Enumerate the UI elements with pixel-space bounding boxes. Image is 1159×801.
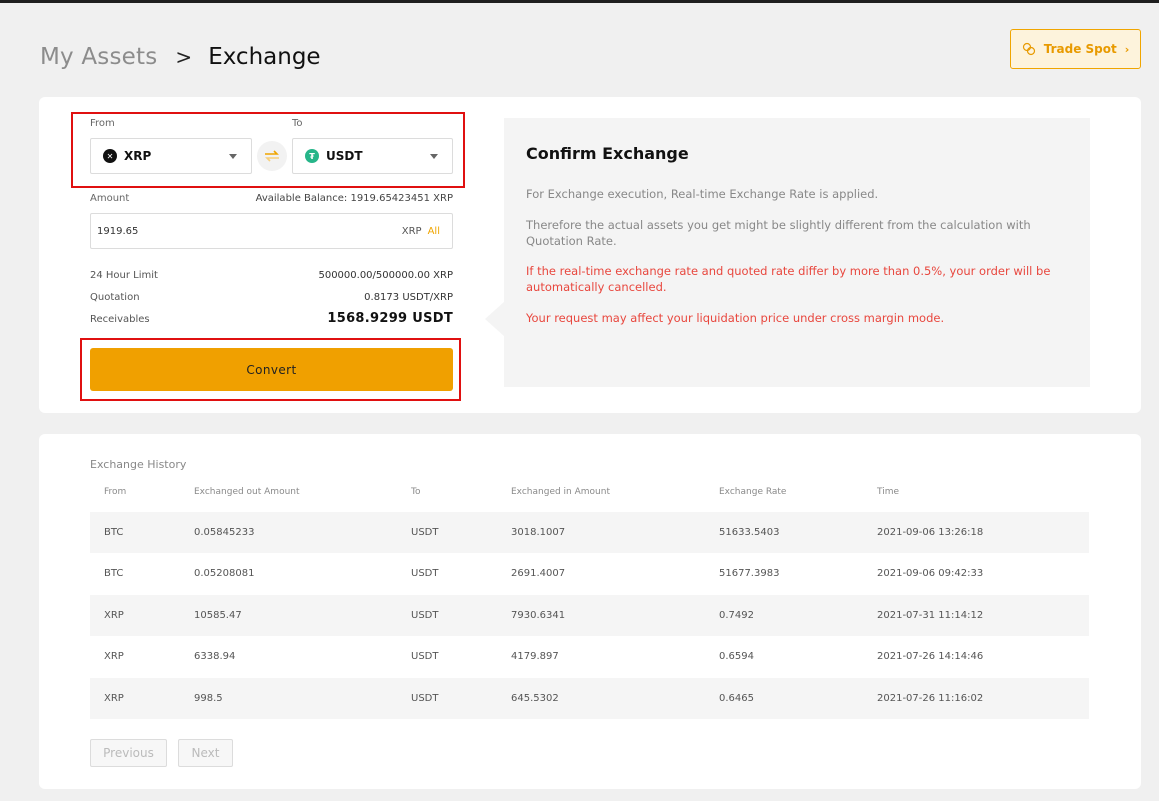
column-header: From	[104, 487, 127, 497]
cell-time: 2021-09-06 13:26:18	[877, 527, 984, 538]
cell-rate: 51677.3983	[719, 568, 780, 580]
limit-value: 500000.00/500000.00 XRP	[318, 270, 453, 281]
table-header: From Exchanged out Amount To Exchanged i…	[90, 482, 1089, 512]
caret-down-icon	[229, 154, 237, 159]
cell-out-amount: 6338.94	[194, 651, 236, 663]
to-coin-select[interactable]: ₮ USDT	[292, 138, 453, 174]
table-row: XRP 998.5 USDT 645.5302 0.6465 2021-07-2…	[90, 677, 1089, 719]
receivables-value: 1568.9299 USDT	[327, 311, 453, 326]
trade-spot-button[interactable]: Trade Spot ›	[1010, 29, 1141, 69]
confirm-warning-1: If the real-time exchange rate and quote…	[526, 264, 1051, 294]
top-bar	[0, 0, 1159, 3]
cell-time: 2021-07-31 11:14:12	[877, 609, 984, 621]
confirm-exchange-panel: Confirm Exchange For Exchange execution,…	[504, 118, 1090, 387]
breadcrumb-separator: >	[175, 45, 193, 69]
breadcrumb: My Assets > Exchange	[40, 44, 321, 70]
cell-in-amount: 2691.4007	[511, 568, 566, 580]
previous-page-button[interactable]: Previous	[90, 739, 167, 767]
from-coin-select[interactable]: ✕ XRP	[90, 138, 252, 174]
column-header: Exchanged out Amount	[194, 487, 300, 497]
from-coin-value: XRP	[124, 149, 152, 163]
exchange-history-card: Exchange History From Exchanged out Amou…	[39, 434, 1141, 789]
cell-in-amount: 3018.1007	[511, 527, 566, 538]
cell-in-amount: 7930.6341	[511, 609, 566, 621]
breadcrumb-my-assets[interactable]: My Assets	[40, 44, 157, 70]
xrp-icon: ✕	[103, 149, 117, 163]
receivables-label: Receivables	[90, 314, 150, 325]
cell-out-amount: 0.05845233	[194, 527, 255, 538]
column-header: Time	[877, 487, 900, 497]
amount-unit: XRP	[401, 225, 422, 237]
cell-rate: 0.7492	[719, 609, 754, 621]
cell-to: USDT	[411, 609, 439, 621]
cell-to: USDT	[411, 527, 439, 538]
history-table: From Exchanged out Amount To Exchanged i…	[90, 482, 1089, 719]
trade-spot-label: Trade Spot	[1043, 42, 1117, 56]
chevron-right-icon: ›	[1124, 42, 1130, 56]
exchange-card: From To ✕ XRP ₮ USDT Amount Available Ba…	[39, 97, 1141, 413]
cell-time: 2021-07-26 14:14:46	[877, 651, 984, 663]
cell-from: XRP	[104, 651, 124, 663]
confirm-note-2: Therefore the actual assets you get migh…	[526, 218, 1031, 248]
cell-in-amount: 645.5302	[511, 692, 559, 704]
confirm-pointer	[485, 302, 504, 336]
usdt-icon: ₮	[305, 149, 319, 163]
confirm-note-1: For Exchange execution, Real-time Exchan…	[526, 187, 879, 201]
to-label: To	[292, 118, 303, 129]
amount-input[interactable]	[97, 225, 402, 237]
swap-arrows-icon	[263, 147, 281, 166]
convert-button[interactable]: Convert	[90, 348, 453, 391]
from-label: From	[90, 118, 115, 129]
cell-from: BTC	[104, 568, 124, 580]
all-button[interactable]: All	[428, 226, 440, 237]
next-page-button[interactable]: Next	[178, 739, 233, 767]
cell-rate: 0.6594	[719, 651, 754, 663]
quotation-label: Quotation	[90, 292, 140, 303]
column-header: Exchanged in Amount	[511, 487, 610, 497]
table-row: BTC 0.05845233 USDT 3018.1007 51633.5403…	[90, 512, 1089, 554]
cell-from: XRP	[104, 692, 124, 704]
table-row: BTC 0.05208081 USDT 2691.4007 51677.3983…	[90, 553, 1089, 594]
cell-from: XRP	[104, 609, 124, 621]
table-row: XRP 10585.47 USDT 7930.6341 0.7492 2021-…	[90, 594, 1089, 637]
cell-rate: 51633.5403	[719, 527, 780, 538]
amount-field[interactable]: XRP All	[90, 213, 453, 249]
column-header: To	[411, 487, 421, 497]
cell-rate: 0.6465	[719, 692, 754, 704]
confirm-warning-2: Your request may affect your liquidation…	[526, 311, 945, 325]
cell-out-amount: 0.05208081	[194, 568, 255, 580]
cell-out-amount: 10585.47	[194, 609, 242, 621]
to-coin-value: USDT	[326, 149, 363, 163]
cell-to: USDT	[411, 568, 439, 580]
swap-button[interactable]	[257, 141, 287, 171]
cell-to: USDT	[411, 651, 439, 663]
limit-label: 24 Hour Limit	[90, 270, 158, 281]
page-title: Exchange	[208, 44, 321, 70]
cell-from: BTC	[104, 527, 124, 538]
cell-out-amount: 998.5	[194, 692, 223, 704]
quotation-value: 0.8173 USDT/XRP	[364, 292, 453, 303]
cell-to: USDT	[411, 692, 439, 704]
column-header: Exchange Rate	[719, 487, 787, 497]
amount-label: Amount	[90, 193, 130, 204]
cell-in-amount: 4179.897	[511, 651, 559, 663]
available-balance: Available Balance: 1919.65423451 XRP	[255, 193, 453, 204]
confirm-title: Confirm Exchange	[526, 144, 689, 163]
table-row: XRP 6338.94 USDT 4179.897 0.6594 2021-07…	[90, 636, 1089, 677]
cell-time: 2021-07-26 11:16:02	[877, 692, 984, 704]
cycle-icon	[1022, 42, 1036, 56]
history-title: Exchange History	[90, 458, 187, 471]
caret-down-icon	[430, 154, 438, 159]
cell-time: 2021-09-06 09:42:33	[877, 568, 984, 580]
